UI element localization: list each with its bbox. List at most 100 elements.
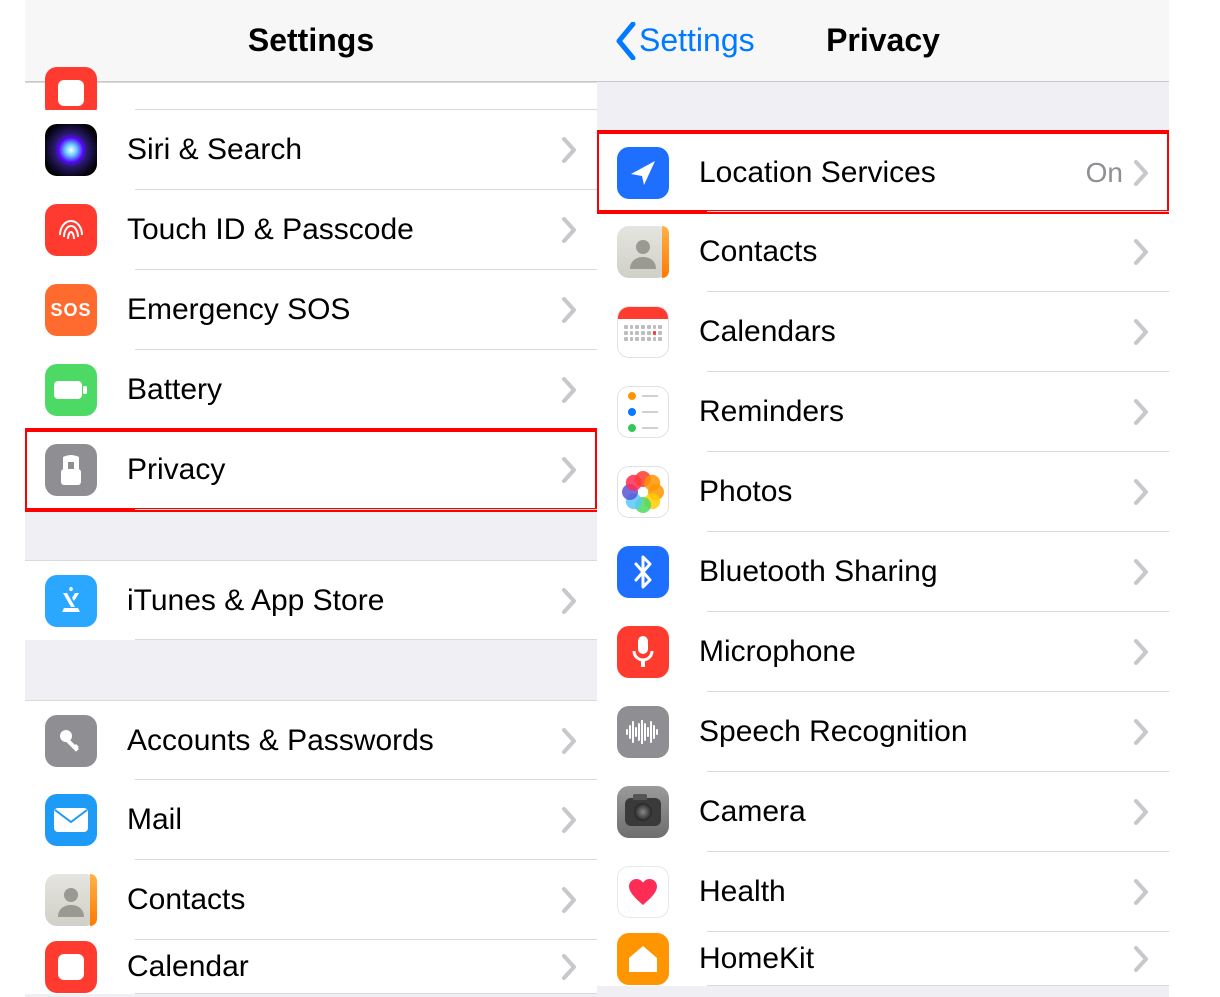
sos-icon: SOS [45, 284, 97, 336]
privacy-icon [45, 444, 97, 496]
camera-icon [617, 786, 669, 838]
chevron-right-icon [561, 137, 577, 163]
row-label: HomeKit [699, 942, 1133, 976]
row-label: Calendar [127, 950, 561, 984]
settings-group-1: iTunes & App Store [25, 560, 597, 640]
row-contacts[interactable]: Contacts [25, 860, 597, 940]
microphone-icon [617, 626, 669, 678]
chevron-right-icon [561, 954, 577, 980]
row-label: Accounts & Passwords [127, 724, 561, 758]
row-label: Emergency SOS [127, 293, 561, 327]
appstore-icon [45, 575, 97, 627]
row-label: Health [699, 875, 1133, 909]
row-privacy[interactable]: Privacy [25, 430, 597, 510]
row-itunes-app-store[interactable]: iTunes & App Store [25, 560, 597, 640]
back-label: Settings [639, 22, 755, 59]
fingerprint-icon [45, 204, 97, 256]
homekit-icon [617, 939, 669, 979]
row-label: Photos [699, 475, 1133, 509]
row-accounts-passwords[interactable]: Accounts & Passwords [25, 700, 597, 780]
spacer [25, 510, 597, 560]
row-mail[interactable]: Mail [25, 780, 597, 860]
row-label: Reminders [699, 395, 1133, 429]
chevron-right-icon [561, 297, 577, 323]
chevron-right-icon [561, 588, 577, 614]
chevron-left-icon [615, 22, 637, 60]
row-label: Bluetooth Sharing [699, 555, 1133, 589]
contacts-icon [617, 226, 669, 278]
spacer [25, 640, 597, 700]
calendars-icon [617, 306, 669, 358]
row-label: Battery [127, 373, 561, 407]
row-label: Siri & Search [127, 133, 561, 167]
settings-group-0: Siri & Search Touch ID & Passcode SOS Emerg… [25, 82, 597, 510]
right-pane: Settings Privacy Location ServicesOn Cont… [597, 0, 1169, 997]
row-camera[interactable]: Camera [597, 772, 1169, 852]
row-speech-recognition[interactable]: Speech Recognition [597, 692, 1169, 772]
chevron-right-icon [561, 217, 577, 243]
row-calendars[interactable]: Calendars [597, 292, 1169, 372]
left-pane: Settings Siri & Search Touch ID & Passcod… [25, 0, 597, 997]
chevron-right-icon [1133, 319, 1149, 345]
chevron-right-icon [1133, 946, 1149, 972]
row-label: Contacts [699, 235, 1133, 269]
contacts-icon [45, 874, 97, 926]
row-contacts[interactable]: Contacts [597, 212, 1169, 292]
row-label: Microphone [699, 635, 1133, 669]
row-label: Contacts [127, 883, 561, 917]
chevron-right-icon [561, 728, 577, 754]
privacy-list: Location ServicesOn Contacts Calendars Remi… [597, 132, 1169, 986]
left-title: Settings [248, 22, 374, 59]
chevron-right-icon [561, 807, 577, 833]
chevron-right-icon [561, 377, 577, 403]
health-icon [617, 866, 669, 918]
row-value: On [1086, 157, 1123, 189]
chevron-right-icon [561, 887, 577, 913]
chevron-right-icon [1133, 160, 1149, 186]
speech-icon [617, 706, 669, 758]
chevron-right-icon [1133, 399, 1149, 425]
back-button[interactable]: Settings [615, 22, 755, 60]
chevron-right-icon [1133, 559, 1149, 585]
mail-icon [45, 794, 97, 846]
row-label: Touch ID & Passcode [127, 213, 561, 247]
row-battery[interactable]: Battery [25, 350, 597, 430]
row-calendar[interactable]: Calendar [25, 940, 597, 994]
row-siri-search[interactable]: Siri & Search [25, 110, 597, 190]
row-label: Speech Recognition [699, 715, 1133, 749]
location-icon [617, 147, 669, 199]
key-icon [45, 715, 97, 767]
right-header: Settings Privacy [597, 0, 1169, 82]
row-photos[interactable]: Photos [597, 452, 1169, 532]
reminders-icon [617, 386, 669, 438]
row-microphone[interactable]: Microphone [597, 612, 1169, 692]
settings-group-2: Accounts & Passwords Mail Contacts Calendar [25, 700, 597, 994]
row-touch-id-passcode[interactable]: Touch ID & Passcode [25, 190, 597, 270]
chevron-right-icon [1133, 639, 1149, 665]
row-location-services[interactable]: Location ServicesOn [597, 132, 1169, 212]
row-label: Mail [127, 803, 561, 837]
sounds-icon [45, 83, 97, 103]
row-bluetooth-sharing[interactable]: Bluetooth Sharing [597, 532, 1169, 612]
chevron-right-icon [1133, 719, 1149, 745]
row-label: iTunes & App Store [127, 584, 561, 618]
siri-icon [45, 124, 97, 176]
calendar-icon [45, 947, 97, 987]
row-emergency-sos[interactable]: SOS Emergency SOS [25, 270, 597, 350]
bluetooth-icon [617, 546, 669, 598]
chevron-right-icon [561, 457, 577, 483]
row-sounds[interactable] [25, 82, 597, 110]
row-label: Privacy [127, 453, 561, 487]
row-reminders[interactable]: Reminders [597, 372, 1169, 452]
row-label: Camera [699, 795, 1133, 829]
row-label: Location Services [699, 156, 1086, 190]
spacer [597, 82, 1169, 132]
chevron-right-icon [1133, 479, 1149, 505]
row-label: Calendars [699, 315, 1133, 349]
battery-icon [45, 364, 97, 416]
row-health[interactable]: Health [597, 852, 1169, 932]
right-title: Privacy [826, 22, 940, 59]
left-header: Settings [25, 0, 597, 82]
row-homekit[interactable]: HomeKit [597, 932, 1169, 986]
chevron-right-icon [1133, 879, 1149, 905]
